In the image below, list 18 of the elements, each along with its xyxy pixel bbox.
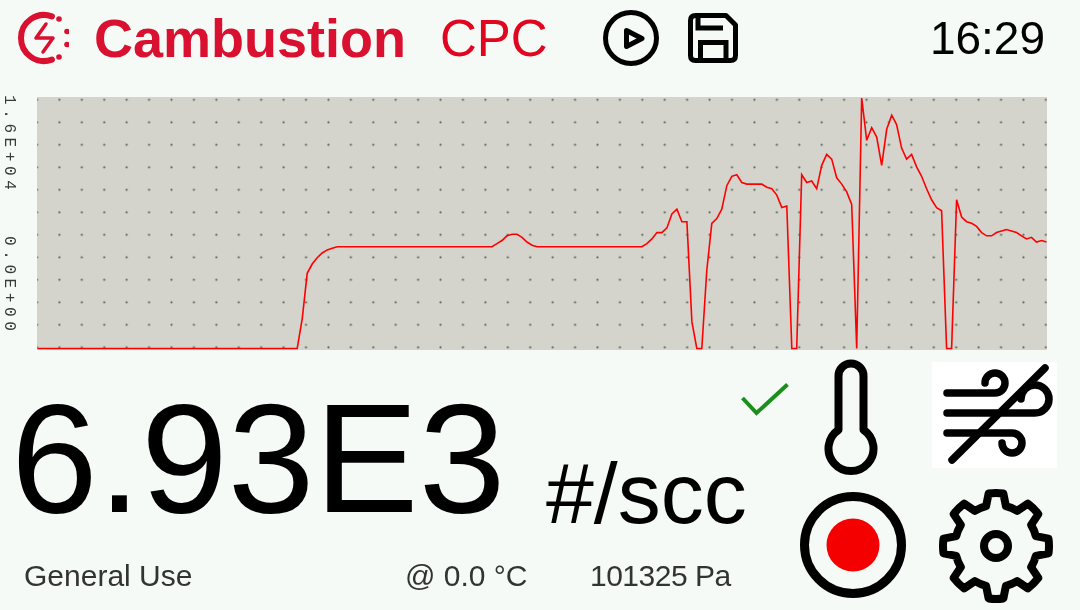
axis-label: 1.6E+04: [1, 95, 17, 195]
temperature-reading: @ 0.0 °C: [405, 561, 528, 591]
settings-icon[interactable]: [937, 487, 1055, 605]
mode-label: General Use: [24, 561, 193, 591]
wind-button[interactable]: [932, 362, 1057, 468]
axis-label: 0.0E+00: [1, 235, 17, 335]
product-name: CPC: [440, 12, 548, 64]
logo-icon: [17, 11, 69, 65]
play-icon[interactable]: [601, 10, 660, 66]
wind-slash-icon: [943, 364, 1053, 464]
reading-value: 6.93E3: [11, 380, 506, 536]
brand-name: Cambustion: [94, 11, 406, 65]
unit-label: #/scc: [546, 450, 747, 536]
clock-time: 16:29: [929, 15, 1045, 61]
record-icon[interactable]: [800, 492, 906, 598]
thermometer-icon[interactable]: [824, 359, 878, 476]
pressure-reading: 101325 Pa: [590, 561, 731, 591]
save-icon[interactable]: [685, 11, 740, 65]
